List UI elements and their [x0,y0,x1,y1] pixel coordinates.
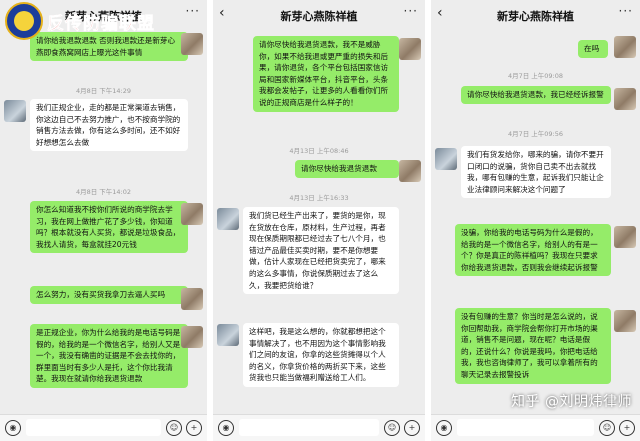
emoji-icon[interactable]: ☺ [166,420,182,436]
avatar[interactable] [217,324,239,346]
message-input[interactable] [26,419,161,436]
message-bubble: 我们有货发给你，哪来的骗，请你不要开口闭口的说骗，货你自己卖不出去就找我，哪有包… [461,146,611,199]
timestamp: 4月13日 上午16:33 [289,194,349,202]
plus-icon[interactable]: + [186,420,202,436]
message-bubble: 是正规企业，你为什么给我的是电话号码是假的，给我的是一个微信名字，给别人又是一个… [30,324,188,388]
avatar[interactable] [614,88,636,110]
timestamp: 4月8日 下午14:02 [75,188,132,196]
message-bubble: 这样吧，我是这么想的，你就都想把这个事情解决了，也不用因为这个事情影响我们之间的… [243,323,399,387]
timestamp: 4月7日 上午09:56 [507,130,564,138]
more-icon[interactable]: ··· [404,4,418,18]
message-input[interactable] [457,419,594,436]
message-bubble: 请你尽快给我退货退款，我不是威胁你，如果不给我退或更严重的损失和后果，请你退货，… [253,36,399,112]
message-bubble: 请你尽快给我退货退款，我已经经诉报警 [461,86,611,104]
chat-header: ‹ 新芽心燕陈祥植 ··· [213,0,425,28]
message-bubble: 怎么努力，没有买货我拿刀去逼人买吗 [30,286,188,304]
chat-screen-2: ‹ 新芽心燕陈祥植 ··· 请你尽快给我退货退款，我不是威胁你，如果不给我退或更… [213,0,425,441]
avatar[interactable] [435,148,457,170]
voice-icon[interactable]: ◉ [218,420,234,436]
avatar[interactable] [181,326,203,348]
avatar[interactable] [181,33,203,55]
input-bar: ◉ ☺ + [0,414,207,441]
message-bubble: 请你尽快给我退货退款 [295,160,399,178]
emoji-icon[interactable]: ☺ [384,420,400,436]
message-bubble: 没骗，你给我的电话号码为什么是假的，给我的是一个微信名字，给别人的有是一个？你是… [455,224,611,277]
avatar[interactable] [614,226,636,248]
avatar[interactable] [181,203,203,225]
chat-header: ‹ 新芽心燕陈祥植 ··· [431,0,640,28]
message-bubble: 我们正规企业，走的都是正常渠道去销售，你这边自己不去努力推广，也不按商学院的销售… [30,99,188,152]
input-bar: ◉ ☺ + [213,414,425,441]
chat-title: 新芽心燕陈祥植 [280,10,358,23]
timestamp: 4月8日 下午14:29 [75,87,132,95]
timestamp: 4月7日 上午09:08 [507,72,564,80]
voice-icon[interactable]: ◉ [5,420,21,436]
message-bubble: 我们货已经生产出来了，要货的是你，现在货放在仓库，原材料，生产过程，再者现在保质… [243,207,399,295]
anti-fraud-logo: 反传防骗联盟 [5,2,175,48]
chat-title: 新芽心燕陈祥植 [497,10,574,23]
timestamp: 4月13日 上午08:46 [289,147,349,155]
emblem-icon [5,2,43,40]
avatar[interactable] [614,36,636,58]
voice-icon[interactable]: ◉ [436,420,452,436]
logo-text: 反传防骗联盟 [47,14,155,35]
message-input[interactable] [239,419,379,436]
plus-icon[interactable]: + [404,420,420,436]
more-icon[interactable]: ··· [619,4,633,18]
input-bar: ◉ ☺ + [431,414,640,441]
avatar[interactable] [4,100,26,122]
avatar[interactable] [614,310,636,332]
message-bubble: 你怎么知道我不按你们所说的商学院去学习，我在网上做推广花了多少钱，你知道吗？根本… [30,201,188,254]
avatar[interactable] [181,288,203,310]
more-icon[interactable]: ··· [186,4,200,18]
avatar[interactable] [217,208,239,230]
message-bubble: 没有包赚的生意？你当时是怎么说的，说你回帮助我，商学院会帮你打开市场的渠道，销售… [455,308,611,384]
emoji-icon[interactable]: ☺ [599,420,615,436]
watermark: 知乎 @刘明炜律师 [511,394,632,410]
avatar[interactable] [399,160,421,182]
chat-screen-3: ‹ 新芽心燕陈祥植 ··· 在吗 4月7日 上午09:08 请你尽快给我退货退款… [431,0,640,441]
chat-screen-1: ‹ 新芽心燕陈祥植 ··· 请你给我退款退款 否则我退款还是新芽心燕即食燕窝网店… [0,0,207,441]
plus-icon[interactable]: + [619,420,635,436]
avatar[interactable] [399,38,421,60]
message-bubble: 在吗 [578,40,608,58]
